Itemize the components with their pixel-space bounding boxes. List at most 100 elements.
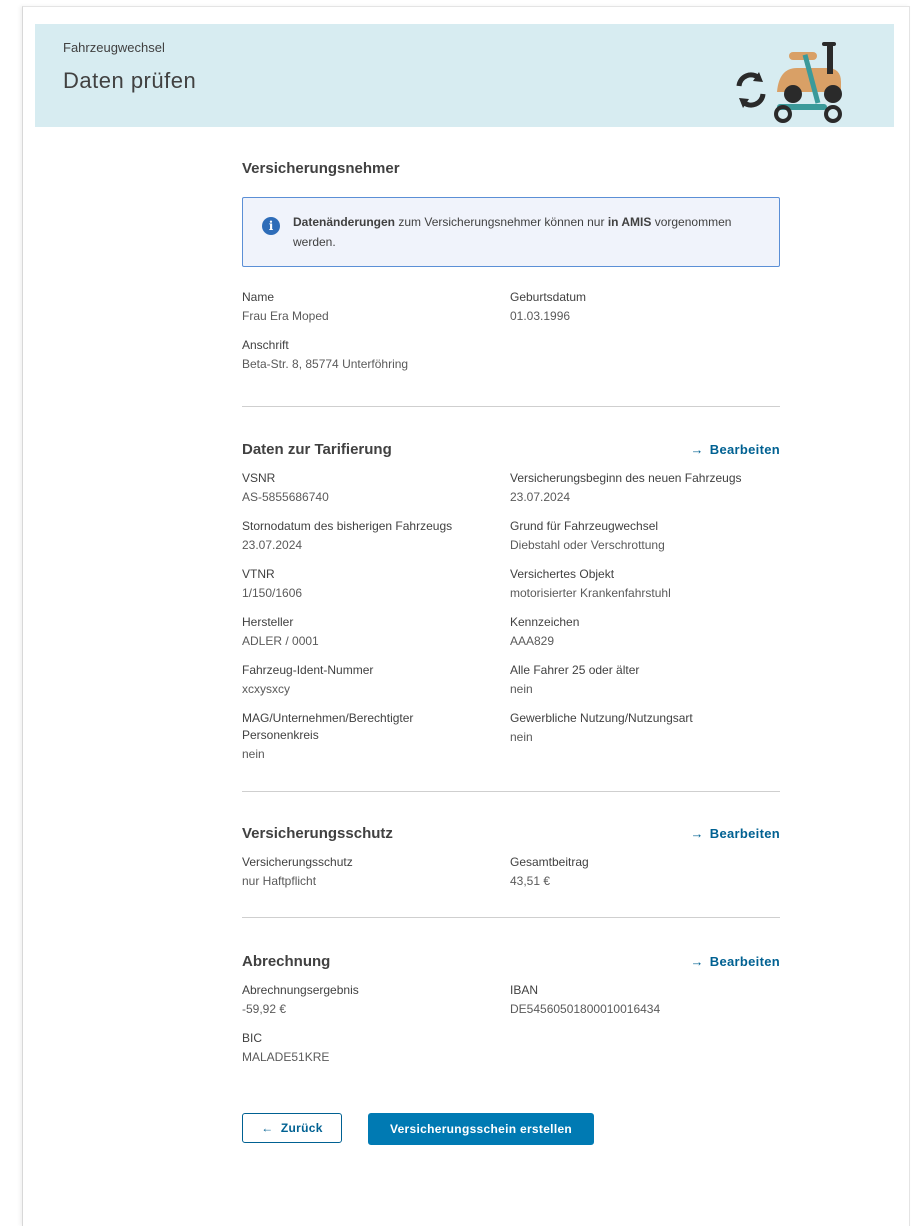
section-head-billing: Abrechnung → Bearbeiten [242, 953, 780, 970]
arrow-right-icon: → [690, 442, 704, 457]
field-value: 1/150/1606 [242, 586, 303, 600]
field-label: Versicherungsschutz [242, 855, 353, 869]
back-label: Zurück [280, 1121, 323, 1135]
field-label: Geburtsdatum [510, 290, 587, 304]
edit-billing-link[interactable]: → Bearbeiten [690, 954, 780, 969]
field-address: Anschrift Beta-Str. 8, 85774 Unterföhrin… [242, 337, 510, 373]
field-value: 23.07.2024 [242, 538, 303, 552]
field-value: MALADE51KRE [242, 1050, 330, 1064]
field-label: Hersteller [242, 615, 294, 629]
arrow-right-icon: → [690, 954, 704, 969]
field-label: VSNR [242, 471, 276, 485]
back-button[interactable]: ← Zurück [242, 1113, 342, 1143]
section-title-billing: Abrechnung [242, 953, 331, 970]
field-label: Stornodatum des bisherigen Fahrzeugs [242, 519, 453, 533]
field-birthdate: Geburtsdatum 01.03.1996 [510, 289, 780, 325]
edit-tariff-link[interactable]: → Bearbeiten [690, 442, 780, 457]
field-plate: Kennzeichen AAA829 [510, 614, 780, 650]
coverage-fields: Versicherungsschutz nur Haftpflicht Gesam… [242, 854, 780, 890]
field-label: Anschrift [242, 338, 289, 352]
field-value: 01.03.1996 [510, 309, 571, 323]
refresh-icon [736, 72, 766, 108]
field-value: nein [510, 730, 533, 744]
billing-fields: Abrechnungsergebnis -59,92 € IBAN DE545605… [242, 982, 780, 1066]
page-header: Fahrzeugwechsel Daten prüfen [35, 24, 894, 127]
section-head-tariff: Daten zur Tarifierung → Bearbeiten [242, 441, 780, 458]
field-label: Fahrzeug-Ident-Nummer [242, 663, 374, 677]
field-reason: Grund für Fahrzeugwechsel Diebstahl oder … [510, 518, 780, 554]
field-vsnr: VSNR AS-5855686740 [242, 470, 510, 506]
field-iban: IBAN DE54560501800010016434 [510, 982, 780, 1018]
field-label: Name [242, 290, 275, 304]
field-label: Kennzeichen [510, 615, 580, 629]
section-head-coverage: Versicherungsschutz → Bearbeiten [242, 825, 780, 842]
field-value: nur Haftpflicht [242, 874, 317, 888]
field-result: Abrechnungsergebnis -59,92 € [242, 982, 510, 1018]
policyholder-fields: Name Frau Era Moped Geburtsdatum 01.03.1… [242, 289, 780, 373]
field-total: Gesamtbeitrag 43,51 € [510, 854, 780, 890]
field-label: BIC [242, 1031, 263, 1045]
page-title: Daten prüfen [63, 68, 197, 93]
field-value: xcxysxcy [242, 682, 290, 696]
info-icon: i [262, 217, 280, 235]
field-vtnr: VTNR 1/150/1606 [242, 566, 510, 602]
info-bold-1: Datenänderungen [293, 215, 396, 229]
field-value: 43,51 € [510, 874, 551, 888]
divider [242, 917, 780, 918]
field-value: Frau Era Moped [242, 309, 329, 323]
field-maker: Hersteller ADLER / 0001 [242, 614, 510, 650]
field-value: nein [510, 682, 533, 696]
field-vin: Fahrzeug-Ident-Nummer xcxysxcy [242, 662, 510, 698]
field-start: Versicherungsbeginn des neuen Fahrzeugs 2… [510, 470, 780, 506]
field-label: Abrechnungsergebnis [242, 983, 359, 997]
field-commercial: Gewerbliche Nutzung/Nutzungsart nein [510, 710, 780, 763]
field-value: -59,92 € [242, 1002, 287, 1016]
divider [242, 791, 780, 792]
info-text-1: zum Versicherungsnehmer können nur [395, 215, 608, 229]
field-value: AS-5855686740 [242, 490, 329, 504]
info-bold-2: in AMIS [607, 215, 652, 229]
field-name: Name Frau Era Moped [242, 289, 510, 325]
section-title-policyholder: Versicherungsnehmer [242, 160, 400, 177]
section-title-coverage: Versicherungsschutz [242, 825, 393, 842]
create-policy-button[interactable]: Versicherungsschein erstellen [368, 1113, 594, 1145]
field-label: Versichertes Objekt [510, 567, 615, 581]
section-title-tariff: Daten zur Tarifierung [242, 441, 392, 458]
field-mag: MAG/Unternehmen/Berechtigter Personenkre… [242, 710, 510, 763]
field-value: ADLER / 0001 [242, 634, 319, 648]
divider [242, 406, 780, 407]
field-label: Gewerbliche Nutzung/Nutzungsart [510, 711, 693, 725]
field-label: IBAN [510, 983, 539, 997]
field-value: nein [242, 747, 265, 761]
field-object: Versichertes Objekt motorisierter Kranken… [510, 566, 780, 602]
field-label: Grund für Fahrzeugwechsel [510, 519, 659, 533]
arrow-left-icon: ← [261, 1121, 274, 1135]
field-value: Diebstahl oder Verschrottung [510, 538, 665, 552]
field-value: Beta-Str. 8, 85774 Unterföhring [242, 357, 409, 371]
arrow-right-icon: → [690, 826, 704, 841]
field-label: VTNR [242, 567, 275, 581]
edit-coverage-link[interactable]: → Bearbeiten [690, 826, 780, 841]
main-content: Versicherungsnehmer i Datenänderungen zu… [242, 160, 780, 1066]
field-value: 23.07.2024 [510, 490, 571, 504]
field-coverage: Versicherungsschutz nur Haftpflicht [242, 854, 510, 890]
scooter-illustration [736, 42, 842, 123]
info-text: Datenänderungen zum Versicherungsnehmer … [293, 215, 731, 249]
edit-label: Bearbeiten [709, 442, 780, 457]
action-buttons: ← Zurück Versicherungsschein erstellen [242, 1113, 594, 1145]
edit-label: Bearbeiten [709, 954, 780, 969]
tariff-fields: VSNR AS-5855686740 Versicherungsbeginn de… [242, 470, 780, 763]
field-drivers: Alle Fahrer 25 oder älter nein [510, 662, 780, 698]
field-label: Versicherungsbeginn des neuen Fahrzeugs [510, 471, 742, 485]
info-notice: i Datenänderungen zum Versicherungsnehme… [242, 197, 780, 267]
field-cancel-date: Stornodatum des bisherigen Fahrzeugs 23.0… [242, 518, 510, 554]
breadcrumb: Fahrzeugwechsel [63, 40, 165, 55]
edit-label: Bearbeiten [709, 826, 780, 841]
field-label: MAG/Unternehmen/Berechtigter Personenkre… [242, 711, 414, 742]
field-bic: BIC MALADE51KRE [242, 1030, 510, 1066]
field-value: DE54560501800010016434 [510, 1002, 661, 1016]
field-label: Alle Fahrer 25 oder älter [510, 663, 640, 677]
field-value: motorisierter Krankenfahrstuhl [510, 586, 671, 600]
field-label: Gesamtbeitrag [510, 855, 589, 869]
field-value: AAA829 [510, 634, 555, 648]
